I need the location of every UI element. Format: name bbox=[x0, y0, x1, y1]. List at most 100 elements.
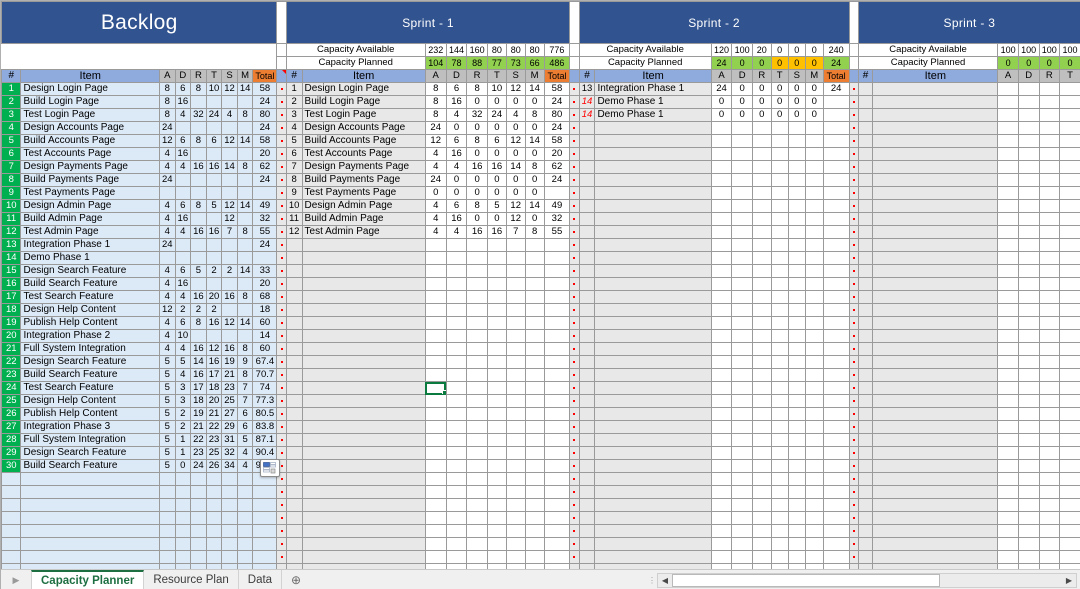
backlog-item-label[interactable]: Design Help Content bbox=[20, 394, 160, 408]
backlog-resource-value[interactable]: 8 bbox=[236, 108, 254, 122]
sprint-1-row-number[interactable] bbox=[285, 316, 303, 330]
sprint-3-resource-value[interactable] bbox=[1038, 524, 1061, 538]
sprint-1-total-value[interactable]: 58 bbox=[543, 82, 571, 96]
backlog-item-label[interactable]: Design Payments Page bbox=[20, 160, 160, 174]
backlog-resource-value[interactable]: 4 bbox=[174, 108, 192, 122]
sprint-1-resource-value[interactable]: 7 bbox=[505, 225, 526, 239]
backlog-resource-value[interactable] bbox=[190, 485, 207, 499]
sprint-1-resource-value[interactable] bbox=[466, 303, 488, 317]
sprint-2-row-number[interactable] bbox=[578, 498, 596, 512]
sprint-1-total-value[interactable] bbox=[543, 277, 571, 291]
sprint-1-resource-value[interactable] bbox=[505, 290, 526, 304]
sprint-2-resource-value[interactable] bbox=[804, 433, 824, 447]
backlog-resource-value[interactable] bbox=[221, 472, 238, 486]
sprint-1-resource-value[interactable] bbox=[505, 303, 526, 317]
scrollbar-thumb[interactable] bbox=[672, 573, 940, 587]
sprint-1-resource-value[interactable]: 4 bbox=[445, 108, 468, 122]
sprint-3-resource-value[interactable] bbox=[1038, 498, 1061, 512]
sprint-1-resource-value[interactable] bbox=[466, 277, 488, 291]
backlog-total-value[interactable]: 33 bbox=[252, 264, 278, 278]
backlog-resource-value[interactable] bbox=[174, 550, 192, 564]
sprint-2-resource-value[interactable] bbox=[787, 329, 806, 343]
sprint-2-resource-value[interactable]: 0 bbox=[770, 95, 789, 109]
backlog-resource-value[interactable]: 7 bbox=[236, 381, 254, 395]
sprint-1-resource-value[interactable] bbox=[486, 368, 507, 382]
sprint-3-resource-value[interactable] bbox=[1017, 459, 1040, 473]
backlog-resource-value[interactable] bbox=[190, 147, 207, 161]
backlog-resource-value[interactable]: 16 bbox=[174, 147, 192, 161]
sprint-3-row-number[interactable] bbox=[857, 303, 874, 317]
sprint-2-resource-value[interactable] bbox=[710, 329, 733, 343]
sprint-2-resource-value[interactable] bbox=[751, 433, 772, 447]
sprint-3-resource-value[interactable] bbox=[997, 394, 1019, 408]
sprint-1-resource-value[interactable] bbox=[466, 407, 488, 421]
sprint-2-row-number[interactable] bbox=[578, 524, 596, 538]
sprint-1-total-value[interactable] bbox=[543, 407, 571, 421]
sprint-1-resource-value[interactable] bbox=[424, 407, 447, 421]
sheet-tab-bar[interactable]: ▶ Capacity Planner Resource Plan Data ⊕ … bbox=[1, 569, 1080, 589]
sprint-1-resource-value[interactable] bbox=[505, 446, 526, 460]
table-row[interactable] bbox=[1, 485, 1080, 499]
sprint-3-resource-value[interactable] bbox=[1059, 537, 1080, 551]
sprint-2-resource-value[interactable] bbox=[710, 316, 733, 330]
sprint-1-resource-value[interactable] bbox=[505, 537, 526, 551]
sprint-2-resource-value[interactable] bbox=[710, 472, 733, 486]
sprint-2-item-label[interactable] bbox=[594, 251, 712, 265]
sprint-2-row-number[interactable] bbox=[578, 420, 596, 434]
backlog-resource-value[interactable]: 5 bbox=[158, 368, 176, 382]
sprint-2-total-value[interactable] bbox=[822, 537, 850, 551]
table-row[interactable]: 18 Design Help Content 12 2 2 2 18 bbox=[1, 303, 1080, 317]
sprint-3-resource-value[interactable] bbox=[1017, 264, 1040, 278]
sprint-3-resource-value[interactable] bbox=[1059, 472, 1080, 486]
backlog-resource-value[interactable] bbox=[205, 277, 223, 291]
backlog-resource-value[interactable] bbox=[221, 238, 238, 252]
backlog-resource-value[interactable] bbox=[221, 121, 238, 135]
backlog-resource-value[interactable] bbox=[190, 511, 207, 525]
sprint-3-resource-value[interactable] bbox=[1059, 316, 1080, 330]
sprint-2-resource-value[interactable] bbox=[770, 381, 789, 395]
sprint-2-total-value[interactable] bbox=[822, 368, 850, 382]
sprint-1-resource-value[interactable] bbox=[524, 485, 545, 499]
backlog-resource-value[interactable] bbox=[236, 186, 254, 200]
sprint-2-item-label[interactable] bbox=[594, 264, 712, 278]
sprint-3-resource-value[interactable] bbox=[1038, 290, 1061, 304]
sprint-2-total-value[interactable] bbox=[822, 95, 850, 109]
sprint-1-item-label[interactable] bbox=[301, 537, 426, 551]
sprint-2-resource-value[interactable] bbox=[751, 238, 772, 252]
sprint-1-resource-value[interactable]: 14 bbox=[524, 82, 545, 96]
sprint-1-resource-value[interactable] bbox=[486, 472, 507, 486]
backlog-resource-value[interactable]: 6 bbox=[174, 316, 192, 330]
sprint-2-resource-value[interactable] bbox=[731, 212, 753, 226]
sprint-3-resource-value[interactable] bbox=[997, 186, 1019, 200]
sprint-2-item-label[interactable] bbox=[594, 186, 712, 200]
sprint-1-resource-value[interactable] bbox=[466, 342, 488, 356]
sprint-1-total-value[interactable] bbox=[543, 238, 571, 252]
sprint-3-resource-value[interactable] bbox=[1017, 95, 1040, 109]
sprint-3-resource-value[interactable] bbox=[1038, 446, 1061, 460]
sprint-1-item-label[interactable]: Test Accounts Page bbox=[301, 147, 426, 161]
backlog-resource-value[interactable]: 3 bbox=[174, 381, 192, 395]
sprint-1-resource-value[interactable] bbox=[424, 303, 447, 317]
backlog-resource-value[interactable] bbox=[236, 238, 254, 252]
sprint-3-resource-value[interactable] bbox=[1017, 212, 1040, 226]
backlog-item-label[interactable]: Design Help Content bbox=[20, 303, 160, 317]
sprint-1-resource-value[interactable] bbox=[424, 472, 447, 486]
table-row[interactable]: 30Build Search Feature50242634493.6 bbox=[1, 459, 1080, 473]
sprint-2-item-label[interactable] bbox=[594, 238, 712, 252]
backlog-resource-value[interactable]: 32 bbox=[221, 446, 238, 460]
sprint-1-row-number[interactable] bbox=[285, 407, 303, 421]
backlog-total-value[interactable]: 77.3 bbox=[252, 394, 278, 408]
sprint-3-resource-value[interactable] bbox=[997, 511, 1019, 525]
sprint-2-resource-value[interactable]: 0 bbox=[751, 95, 772, 109]
sprint-2-total-value[interactable] bbox=[822, 225, 850, 239]
backlog-resource-value[interactable] bbox=[205, 485, 223, 499]
backlog-resource-value[interactable]: 21 bbox=[221, 368, 238, 382]
sprint-2-total-value[interactable] bbox=[822, 342, 850, 356]
sprint-1-resource-value[interactable] bbox=[505, 277, 526, 291]
sprint-1-item-label[interactable] bbox=[301, 329, 426, 343]
backlog-resource-value[interactable] bbox=[190, 329, 207, 343]
sprint-2-resource-value[interactable] bbox=[804, 498, 824, 512]
sprint-2-item-label[interactable] bbox=[594, 446, 712, 460]
sprint-2-resource-value[interactable] bbox=[751, 485, 772, 499]
sprint-3-resource-value[interactable] bbox=[997, 459, 1019, 473]
